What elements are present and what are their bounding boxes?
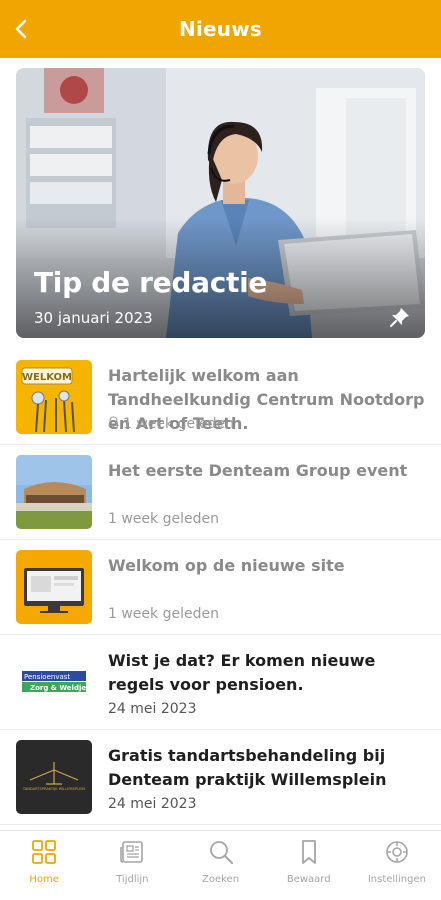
news-title: Het eerste Denteam Group event bbox=[108, 461, 408, 480]
news-date: 1 week geleden bbox=[123, 416, 234, 432]
tab-instellingen[interactable]: Instellingen bbox=[353, 831, 441, 900]
bookmark-icon bbox=[301, 840, 316, 864]
list-item[interactable]: TANDARTSPRAKTIJK WILLEMSPLEIN Gratis tan… bbox=[0, 730, 441, 825]
news-date: 1 week geleden bbox=[108, 606, 219, 622]
featured-date: 30 januari 2023 bbox=[34, 309, 153, 327]
bottom-tab-bar: Home Tijdlijn Zoeken Bewaard Instellinge… bbox=[0, 830, 441, 900]
news-meta: 1 week geleden bbox=[108, 416, 234, 432]
thumb-line-1: Pensioenvast bbox=[24, 673, 70, 681]
list-item[interactable]: WELKOM Hartelijk welkom aan Tandheelkund… bbox=[0, 350, 441, 445]
thumb-text: WELKOM bbox=[22, 372, 72, 383]
news-thumbnail: TANDARTSPRAKTIJK WILLEMSPLEIN bbox=[16, 740, 92, 814]
tab-label: Bewaard bbox=[286, 874, 331, 885]
featured-card[interactable]: Tip de redactie 30 januari 2023 bbox=[16, 68, 425, 338]
tab-tijdlijn[interactable]: Tijdlijn bbox=[88, 831, 176, 900]
news-title: Wist je dat? Er komen nieuwe regels voor… bbox=[108, 651, 376, 694]
news-thumbnail bbox=[16, 455, 92, 529]
news-list: WELKOM Hartelijk welkom aan Tandheelkund… bbox=[0, 350, 441, 825]
tab-home[interactable]: Home bbox=[0, 831, 88, 900]
grid-icon bbox=[32, 840, 56, 864]
thumb-line-2: Zorg & Weldje bbox=[30, 684, 86, 692]
tab-label: Zoeken bbox=[201, 874, 240, 885]
bell-icon bbox=[108, 416, 119, 432]
news-date: 1 week geleden bbox=[108, 511, 219, 527]
tab-label: Instellingen bbox=[367, 874, 426, 885]
list-item[interactable]: Welkom op de nieuwe site 1 week geleden bbox=[0, 540, 441, 635]
news-thumbnail: WELKOM bbox=[16, 360, 92, 434]
settings-icon bbox=[386, 841, 408, 863]
news-title: Welkom op de nieuwe site bbox=[108, 556, 345, 575]
search-icon bbox=[209, 841, 233, 864]
list-item[interactable]: Het eerste Denteam Group event 1 week ge… bbox=[0, 445, 441, 540]
news-thumbnail bbox=[16, 550, 92, 624]
page-title: Nieuws bbox=[179, 17, 262, 41]
newspaper-icon bbox=[120, 841, 144, 863]
chevron-left-icon[interactable] bbox=[6, 13, 38, 45]
news-thumbnail: Pensioenvast Zorg & Weldje bbox=[16, 645, 92, 719]
list-item[interactable]: Pensioenvast Zorg & Weldje Wist je dat? … bbox=[0, 635, 441, 730]
news-date: 24 mei 2023 bbox=[108, 701, 197, 717]
thumb-text: TANDARTSPRAKTIJK WILLEMSPLEIN bbox=[22, 787, 86, 791]
news-date: 24 mei 2023 bbox=[108, 796, 197, 812]
featured-title: Tip de redactie bbox=[34, 266, 268, 299]
news-title: Gratis tandartsbehandeling bij Denteam p… bbox=[108, 746, 387, 789]
pin-icon[interactable] bbox=[389, 306, 411, 328]
tab-label: Home bbox=[29, 874, 59, 885]
tab-bewaard[interactable]: Bewaard bbox=[265, 831, 353, 900]
tab-label: Tijdlijn bbox=[116, 874, 149, 885]
tab-zoeken[interactable]: Zoeken bbox=[176, 831, 264, 900]
app-bar: Nieuws bbox=[0, 0, 441, 58]
